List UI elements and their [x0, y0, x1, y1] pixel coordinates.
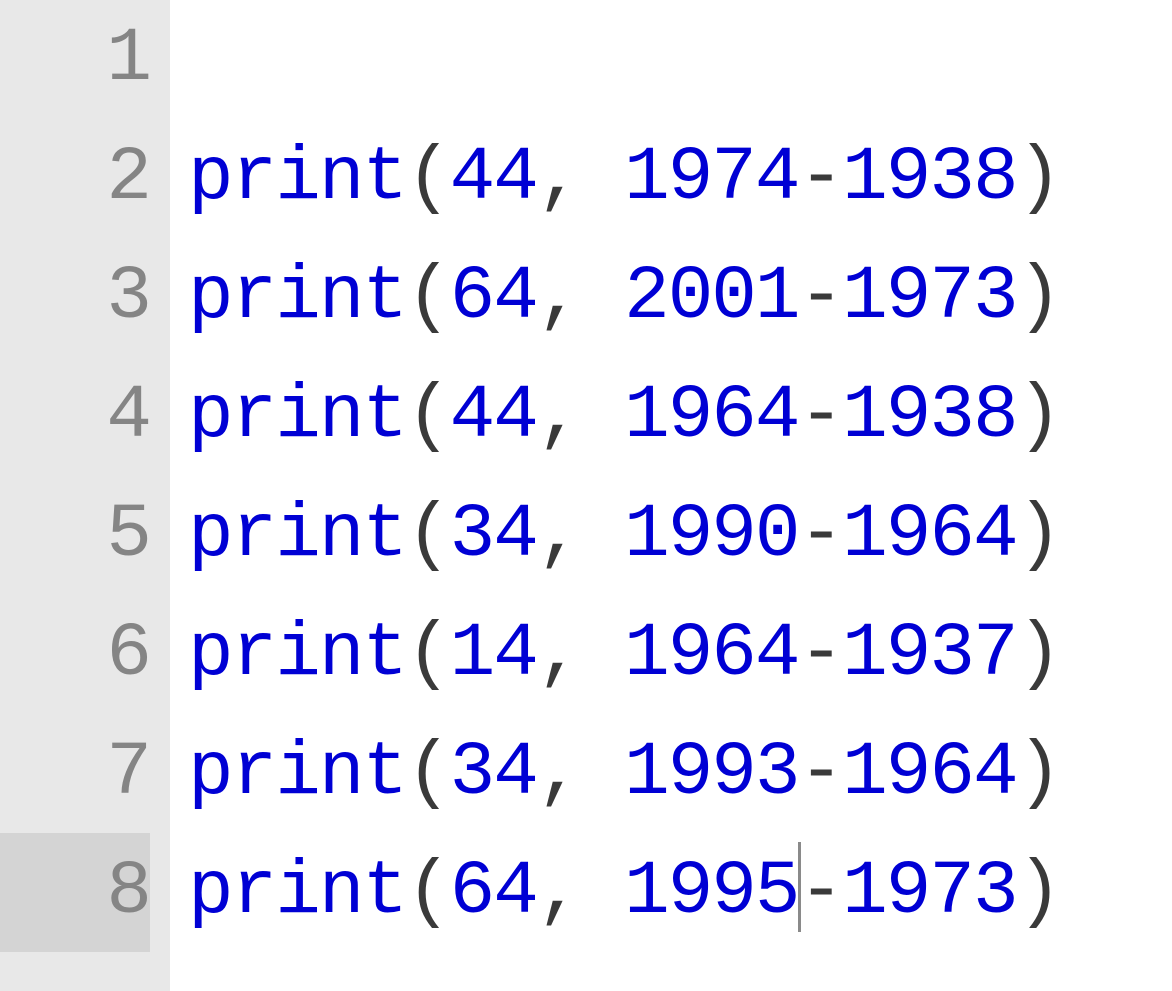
code-area[interactable]: print(44, 1974-1938)print(64, 2001-1973)… [170, 0, 1172, 991]
code-line[interactable]: print(14, 1964-1937) [188, 595, 1172, 714]
code-line[interactable]: print(44, 1974-1938) [188, 119, 1172, 238]
token-num: 2001 [624, 254, 798, 340]
code-line[interactable]: print(34, 1993-1964) [188, 714, 1172, 833]
token-num: 44 [450, 135, 537, 221]
token-punct: ( [406, 849, 450, 935]
token-fn: print [188, 849, 406, 935]
token-num: 1993 [624, 730, 798, 816]
token-num: 1974 [624, 135, 798, 221]
line-number: 4 [0, 357, 150, 476]
code-line[interactable] [188, 0, 1172, 119]
text-cursor [798, 842, 801, 932]
token-num: 1964 [842, 492, 1016, 578]
token-op: - [799, 135, 843, 221]
token-punct: ) [1017, 254, 1061, 340]
token-op: - [799, 611, 843, 697]
token-num: 14 [450, 611, 537, 697]
token-punct: ( [406, 373, 450, 459]
token-punct: ) [1017, 373, 1061, 459]
line-number: 2 [0, 119, 150, 238]
token-op: - [799, 849, 843, 935]
token-num: 1995 [624, 849, 798, 935]
code-line[interactable]: print(34, 1990-1964) [188, 476, 1172, 595]
token-op: - [799, 730, 843, 816]
token-punct: ( [406, 135, 450, 221]
token-punct: ) [1017, 730, 1061, 816]
token-num: 1938 [842, 373, 1016, 459]
token-punct: , [537, 611, 624, 697]
token-num: 64 [450, 254, 537, 340]
token-fn: print [188, 373, 406, 459]
token-num: 1937 [842, 611, 1016, 697]
line-number: 8 [0, 833, 150, 952]
token-num: 1964 [624, 373, 798, 459]
code-line[interactable]: print(64, 2001-1973) [188, 238, 1172, 357]
token-num: 1990 [624, 492, 798, 578]
token-num: 1973 [842, 254, 1016, 340]
token-num: 34 [450, 730, 537, 816]
code-line[interactable]: print(44, 1964-1938) [188, 357, 1172, 476]
line-number: 5 [0, 476, 150, 595]
token-num: 1964 [842, 730, 1016, 816]
token-punct: ) [1017, 492, 1061, 578]
token-fn: print [188, 254, 406, 340]
token-punct: ( [406, 730, 450, 816]
line-number: 3 [0, 238, 150, 357]
line-number: 7 [0, 714, 150, 833]
code-editor: 12345678 print(44, 1974-1938)print(64, 2… [0, 0, 1172, 991]
line-number: 6 [0, 595, 150, 714]
token-num: 1964 [624, 611, 798, 697]
token-op: - [799, 254, 843, 340]
token-punct: ) [1017, 135, 1061, 221]
token-punct: , [537, 135, 624, 221]
token-num: 1973 [842, 849, 1016, 935]
token-punct: ) [1017, 849, 1061, 935]
token-num: 34 [450, 492, 537, 578]
code-line[interactable]: print(64, 1995-1973) [188, 833, 1172, 952]
token-num: 64 [450, 849, 537, 935]
line-number-gutter: 12345678 [0, 0, 170, 991]
token-punct: ( [406, 492, 450, 578]
token-fn: print [188, 730, 406, 816]
token-punct: , [537, 254, 624, 340]
token-punct: ( [406, 611, 450, 697]
token-punct: ( [406, 254, 450, 340]
token-punct: , [537, 849, 624, 935]
token-punct: , [537, 492, 624, 578]
token-fn: print [188, 492, 406, 578]
line-number: 1 [0, 0, 150, 119]
token-op: - [799, 373, 843, 459]
token-fn: print [188, 611, 406, 697]
token-punct: , [537, 373, 624, 459]
token-num: 1938 [842, 135, 1016, 221]
token-fn: print [188, 135, 406, 221]
token-num: 44 [450, 373, 537, 459]
token-punct: , [537, 730, 624, 816]
token-op: - [799, 492, 843, 578]
token-punct: ) [1017, 611, 1061, 697]
